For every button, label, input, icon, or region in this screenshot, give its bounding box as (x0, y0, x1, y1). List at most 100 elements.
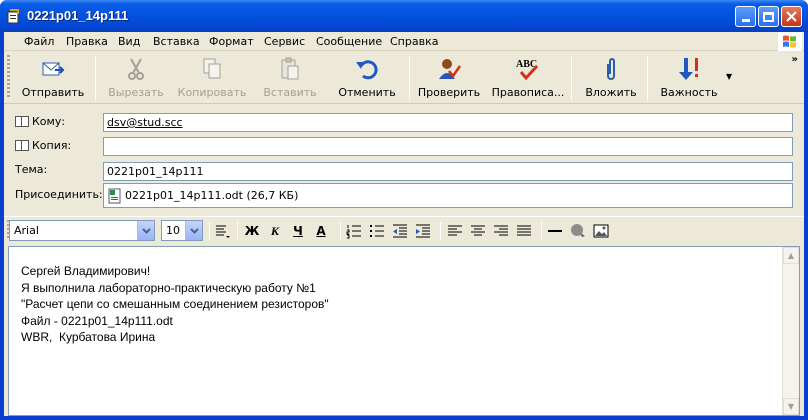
scroll-down-icon[interactable]: ▼ (783, 398, 799, 415)
chevron-down-icon (137, 221, 154, 240)
main-toolbar: » Отправить Вырезать Копировать Вставить… (4, 52, 804, 104)
address-book-icon (15, 116, 29, 127)
toolbar-separator (237, 222, 238, 240)
copy-label: Копировать (177, 86, 247, 99)
attach-label: Вложить (585, 86, 637, 99)
paperclip-icon (607, 58, 615, 80)
attach-button[interactable]: Вложить (579, 56, 643, 102)
scroll-up-icon[interactable]: ▲ (783, 247, 799, 264)
align-right-button[interactable] (493, 223, 509, 239)
menu-help[interactable]: Справка (390, 35, 438, 48)
menu-tools[interactable]: Сервис (264, 35, 305, 48)
toolbar-separator (340, 222, 341, 240)
paragraph-style-icon (216, 225, 230, 238)
message-body[interactable]: Сергей Владимирович! Я выполнила лаборат… (8, 246, 800, 416)
message-window: 0221p01_14p111 Файл Правка Вид Вставка Ф… (0, 0, 808, 420)
menu-insert[interactable]: Вставка (153, 35, 200, 48)
paragraph-style-button[interactable] (214, 223, 230, 239)
underline-button[interactable]: Ч (290, 223, 306, 239)
attach-field-label: Присоединить: (15, 188, 103, 201)
vertical-scrollbar[interactable]: ▲ ▼ (782, 247, 799, 415)
cc-button[interactable]: Копия: (15, 139, 71, 152)
check-names-icon (439, 59, 461, 79)
numbered-list-button[interactable] (346, 223, 362, 239)
title-bar[interactable]: 0221p01_14p111 (0, 0, 808, 32)
to-field[interactable]: dsv@stud.scc (103, 113, 793, 132)
to-button[interactable]: Кому: (15, 115, 65, 128)
align-center-button[interactable] (470, 223, 486, 239)
menu-message[interactable]: Сообщение (316, 35, 382, 48)
spelling-button[interactable]: ABC Правописа... (488, 56, 568, 102)
toolbar-more-icon[interactable]: » (792, 54, 798, 65)
close-button[interactable] (781, 6, 802, 27)
menu-bar: Файл Правка Вид Вставка Формат Сервис Со… (4, 32, 804, 51)
menu-format[interactable]: Формат (209, 35, 254, 48)
justify-icon (517, 225, 531, 236)
priority-icon (679, 58, 698, 80)
paste-label: Вставить (263, 86, 317, 99)
address-book-icon (15, 140, 29, 151)
horizontal-line-button[interactable] (547, 223, 563, 239)
decrease-indent-button[interactable] (392, 223, 408, 239)
maximize-button[interactable] (758, 6, 779, 27)
spelling-icon: ABC (516, 59, 539, 81)
paste-button[interactable]: Вставить (254, 56, 326, 102)
client-area: Файл Правка Вид Вставка Формат Сервис Со… (4, 32, 804, 416)
undo-button[interactable]: Отменить (334, 56, 400, 102)
align-center-icon (471, 225, 485, 236)
size-select[interactable]: 10 (161, 220, 203, 241)
message-body-text[interactable]: Сергей Владимирович! Я выполнила лаборат… (21, 263, 329, 346)
bold-button[interactable]: Ж (244, 223, 260, 239)
priority-label: Важность (660, 86, 718, 99)
justify-button[interactable] (516, 223, 532, 239)
minimize-button[interactable] (735, 6, 756, 27)
menu-view[interactable]: Вид (118, 35, 140, 48)
font-select-value: Arial (14, 224, 39, 237)
send-icon (42, 62, 65, 76)
document-icon (108, 188, 121, 203)
menu-file[interactable]: Файл (24, 35, 54, 48)
subject-label: Тема: (15, 163, 48, 176)
toolbar-grip[interactable] (7, 55, 10, 99)
font-select[interactable]: Arial (9, 220, 155, 241)
check-names-label: Проверить (417, 86, 481, 99)
windows-logo-icon (778, 32, 802, 51)
cc-label: Копия: (32, 139, 72, 152)
undo-label: Отменить (338, 86, 396, 99)
copy-button[interactable]: Копировать (176, 56, 248, 102)
align-left-icon (448, 225, 462, 236)
toolbar-separator (95, 56, 96, 100)
check-names-button[interactable]: Проверить (414, 56, 484, 102)
attachments-field[interactable]: 0221p01_14p111.odt (26,7 КБ) (103, 183, 793, 208)
increase-indent-button[interactable] (415, 223, 431, 239)
insert-hyperlink-button[interactable] (570, 223, 586, 239)
maximize-icon (763, 11, 774, 22)
scissors-icon (128, 58, 144, 80)
picture-icon (593, 224, 609, 238)
window-title: 0221p01_14p111 (27, 8, 129, 23)
bullet-list-icon (370, 225, 384, 237)
decrease-indent-icon (393, 224, 407, 238)
send-button[interactable]: Отправить (18, 56, 88, 102)
italic-button[interactable]: К (267, 223, 283, 239)
send-label: Отправить (21, 86, 85, 99)
cut-label: Вырезать (108, 86, 164, 99)
numbered-list-icon (346, 225, 361, 239)
toolbar-separator (541, 222, 542, 240)
cc-field[interactable] (103, 137, 793, 156)
attachment-item[interactable]: 0221p01_14p111.odt (26,7 КБ) (125, 189, 298, 202)
increase-indent-icon (416, 224, 430, 238)
undo-icon (356, 60, 378, 80)
toolbar-separator (209, 222, 210, 240)
priority-button[interactable]: Важность (654, 56, 724, 102)
bullet-list-button[interactable] (369, 223, 385, 239)
cut-button[interactable]: Вырезать (100, 56, 172, 102)
subject-field[interactable]: 0221p01_14p111 (103, 162, 793, 181)
toolbar-separator (571, 56, 572, 100)
align-left-button[interactable] (447, 223, 463, 239)
insert-picture-button[interactable] (593, 223, 609, 239)
font-color-button[interactable]: А (313, 223, 329, 239)
menu-edit[interactable]: Правка (66, 35, 108, 48)
align-right-icon (494, 225, 508, 236)
priority-dropdown-icon[interactable]: ▼ (726, 72, 732, 81)
